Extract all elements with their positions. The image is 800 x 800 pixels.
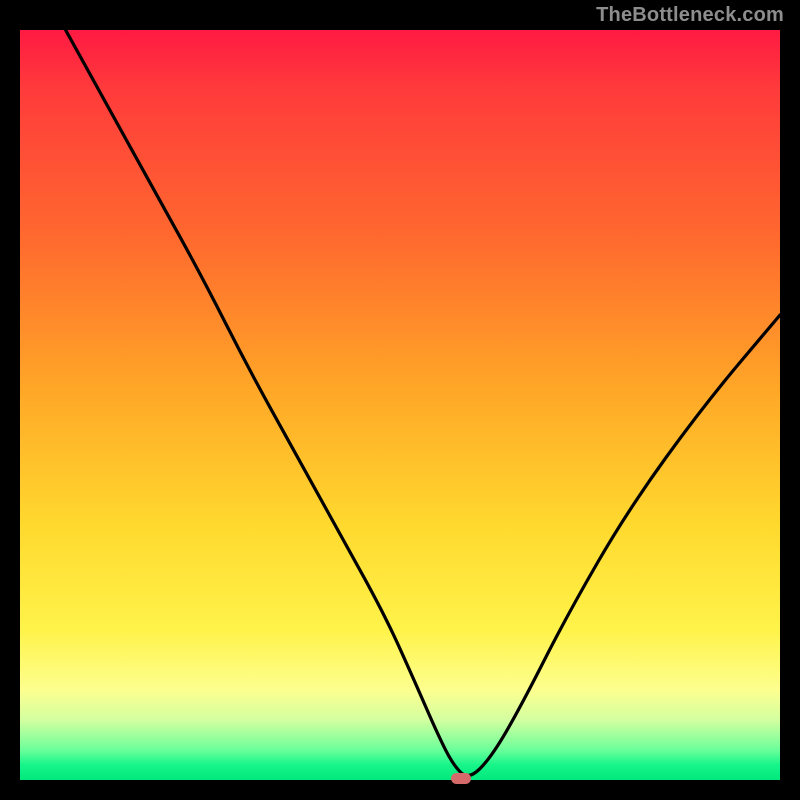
watermark-text: TheBottleneck.com [596, 4, 784, 27]
plot-area [20, 30, 780, 780]
minimum-marker [451, 773, 471, 784]
bottleneck-curve [20, 30, 780, 780]
chart-frame: TheBottleneck.com [0, 0, 800, 800]
